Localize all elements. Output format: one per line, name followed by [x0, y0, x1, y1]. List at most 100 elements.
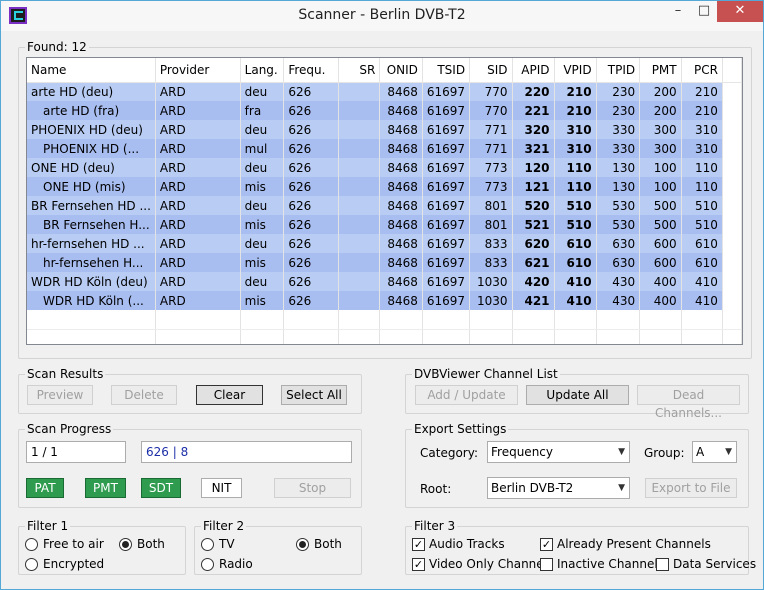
table-cell: mis	[240, 291, 285, 310]
table-row[interactable]: arte HD (fra) ARD fra 626 8468 61697 770 221 210…	[27, 101, 742, 120]
table-row[interactable]: PHOENIX HD (... ARD mul 626 8468 61697 771 321 3…	[27, 139, 742, 158]
filter1-both-radio[interactable]: Both	[119, 536, 165, 552]
table-row[interactable]: BR Fernsehen HD ... ARD deu 626 8468 61697 801…	[27, 196, 742, 215]
table-cell: 626	[283, 82, 339, 101]
table-row[interactable]: BR Fernsehen H... ARD mis 626 8468 61697 801 52…	[27, 215, 742, 234]
table-cell: 610	[681, 253, 723, 272]
column-header[interactable]: Lang.	[240, 58, 285, 83]
table-cell: ARD	[155, 215, 241, 234]
already-present-checkbox[interactable]: ✓ Already Present Channels	[540, 536, 711, 552]
root-select[interactable]: Berlin DVB-T2 ▼	[487, 477, 630, 499]
scan-frequency-field[interactable]: 626 | 8	[141, 441, 352, 463]
encrypted-radio[interactable]: Encrypted	[25, 556, 104, 572]
empty-cell	[596, 329, 641, 344]
table-cell: 8468	[379, 177, 423, 196]
table-cell: ARD	[155, 158, 241, 177]
column-header[interactable]: Name	[27, 58, 156, 83]
column-header[interactable]: PCR	[681, 58, 723, 83]
empty-cell	[681, 310, 723, 330]
empty-cell	[639, 329, 682, 344]
tv-radio[interactable]: TV	[201, 536, 235, 552]
table-cell: 8468	[379, 158, 423, 177]
table-cell	[338, 158, 381, 177]
empty-cell	[27, 310, 156, 330]
free-to-air-label: Free to air	[43, 537, 104, 551]
radio-dot	[296, 537, 309, 551]
category-select[interactable]: Frequency ▼	[487, 441, 630, 463]
column-header[interactable]: TSID	[422, 58, 471, 83]
table-cell: 400	[639, 291, 682, 310]
clear-button[interactable]: Clear	[196, 385, 263, 405]
table-cell	[338, 234, 381, 253]
maximize-button[interactable]: □	[691, 1, 717, 22]
table-cell: 621	[512, 253, 555, 272]
add-update-button[interactable]: Add / Update	[415, 385, 518, 405]
column-header[interactable]: TPID	[596, 58, 641, 83]
table-row[interactable]: WDR HD Köln (... ARD mis 626 8468 61697 1030 42…	[27, 291, 742, 310]
column-header[interactable]: SID	[469, 58, 513, 83]
scanner-window: Scanner - Berlin DVB-T2 – □ ✕ Found: 12 …	[0, 0, 764, 590]
root-value: Berlin DVB-T2	[491, 481, 574, 495]
table-cell: 626	[283, 158, 339, 177]
table-cell: 610	[554, 234, 597, 253]
table-cell: ARD	[155, 253, 241, 272]
table-cell: 600	[639, 253, 682, 272]
column-header[interactable]: PMT	[639, 58, 682, 83]
update-all-button[interactable]: Update All	[526, 385, 629, 405]
table-cell: 310	[681, 120, 723, 139]
column-header[interactable]: ONID	[379, 58, 423, 83]
channel-table[interactable]: Name Provider Lang. Frequ. SR ONID TSID SID APID…	[26, 57, 743, 345]
dead-channels-button[interactable]: Dead Channels...	[637, 385, 740, 420]
scan-count-field[interactable]: 1 / 1	[26, 441, 126, 463]
empty-cell	[283, 310, 339, 330]
table-row[interactable]: hr-fernsehen H... ARD mis 626 8468 61697 833 62…	[27, 253, 742, 272]
table-cell: 221	[512, 101, 555, 120]
table-cell: BR Fernsehen HD ...	[27, 196, 156, 215]
select-all-button[interactable]: Select All	[281, 385, 347, 405]
column-header[interactable]: Frequ.	[283, 58, 339, 83]
video-only-checkbox[interactable]: ✓ Video Only Channel	[412, 556, 547, 572]
empty-cell	[512, 310, 555, 330]
table-cell: 500	[639, 196, 682, 215]
column-header[interactable]: Provider	[155, 58, 241, 83]
table-cell: 833	[469, 234, 513, 253]
found-count: 12	[71, 40, 87, 54]
window-title: Scanner - Berlin DVB-T2	[298, 7, 466, 23]
delete-button[interactable]: Delete	[111, 385, 177, 405]
free-to-air-radio[interactable]: Free to air	[25, 536, 104, 552]
table-cell: 330	[596, 139, 641, 158]
stop-button[interactable]: Stop	[274, 478, 351, 498]
table-cell: deu	[240, 272, 285, 291]
empty-cell	[155, 329, 241, 344]
export-to-file-button[interactable]: Export to File	[645, 478, 737, 498]
table-row[interactable]: ONE HD (mis) ARD mis 626 8468 61697 773 121 110 1…	[27, 177, 742, 196]
group-label: Group:	[644, 446, 685, 460]
group-select[interactable]: A ▼	[692, 441, 737, 463]
inactive-channels-checkbox[interactable]: Inactive Channels	[540, 556, 664, 572]
table-row[interactable]: hr-fernsehen HD ... ARD deu 626 8468 61697 833…	[27, 234, 742, 253]
filter2-both-radio[interactable]: Both	[296, 536, 342, 552]
table-cell: ARD	[155, 272, 241, 291]
table-cell: 8468	[379, 234, 423, 253]
preview-button[interactable]: Preview	[27, 385, 93, 405]
filter1-both-label: Both	[137, 537, 165, 551]
table-row[interactable]: PHOENIX HD (deu) ARD deu 626 8468 61697 771 320…	[27, 120, 742, 139]
radio-radio[interactable]: Radio	[201, 556, 253, 572]
table-row[interactable]: WDR HD Köln (deu) ARD deu 626 8468 61697 1030 4…	[27, 272, 742, 291]
close-button[interactable]: ✕	[717, 1, 763, 22]
table-cell: ONE HD (deu)	[27, 158, 156, 177]
minimize-button[interactable]: –	[665, 1, 691, 22]
table-cell: 770	[469, 101, 513, 120]
data-services-checkbox[interactable]: Data Services	[656, 556, 756, 572]
title-bar[interactable]: Scanner - Berlin DVB-T2 – □ ✕	[1, 1, 763, 31]
column-header[interactable]: APID	[512, 58, 555, 83]
row-filler	[722, 234, 742, 253]
table-cell: 61697	[422, 101, 471, 120]
table-cell: 8468	[379, 196, 423, 215]
audio-tracks-checkbox[interactable]: ✓ Audio Tracks	[412, 536, 505, 552]
column-header[interactable]: VPID	[554, 58, 597, 83]
table-cell: WDR HD Köln (deu)	[27, 272, 156, 291]
column-header[interactable]: SR	[338, 58, 381, 83]
table-row[interactable]: arte HD (deu) ARD deu 626 8468 61697 770 220 210…	[27, 82, 742, 101]
table-row[interactable]: ONE HD (deu) ARD deu 626 8468 61697 773 120 110 1…	[27, 158, 742, 177]
